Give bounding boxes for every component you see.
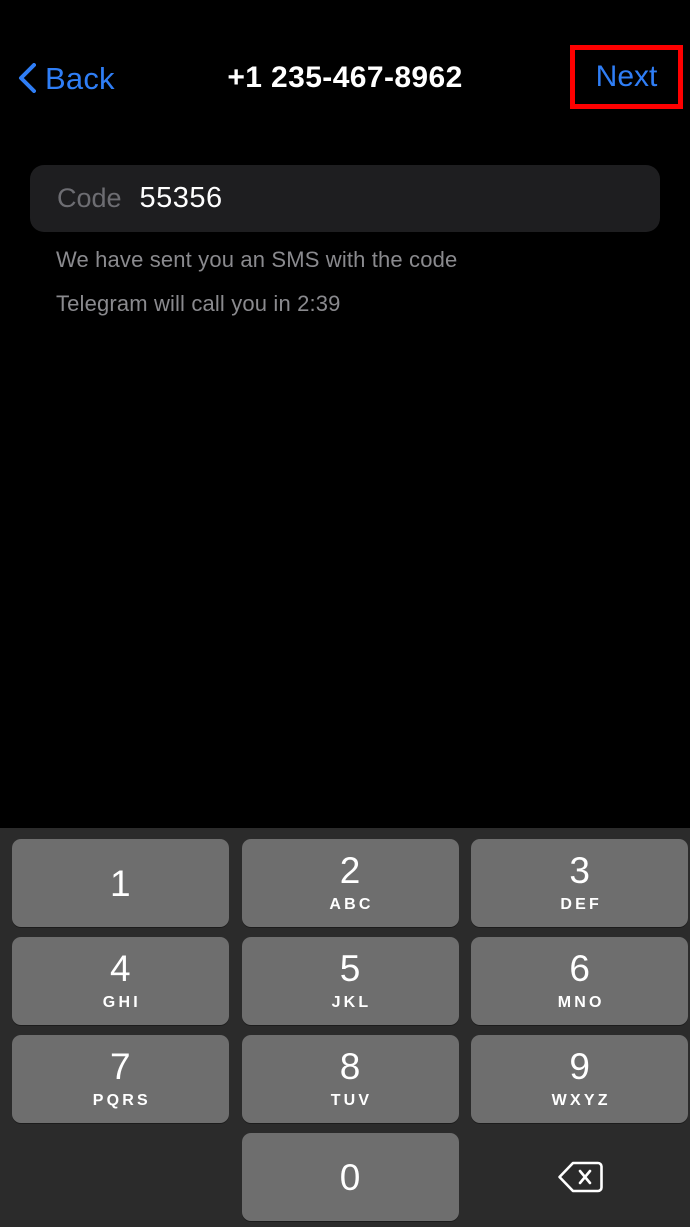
key-slot: 1 (10, 839, 231, 927)
key-digit: 3 (569, 850, 590, 891)
key-slot: 5 JKL (240, 937, 461, 1025)
key-letters: PQRS (92, 1092, 151, 1109)
key-digit: 1 (110, 862, 131, 904)
key-letters: WXYZ (551, 1092, 611, 1109)
keypad-row: 1 2 ABC 3 DEF (0, 839, 690, 927)
key-8[interactable]: 8 TUV (241, 1035, 459, 1123)
backspace-icon (556, 1159, 604, 1195)
key-letters: JKL (331, 994, 372, 1011)
key-empty-left (12, 1133, 229, 1221)
keypad-row: 0 (0, 1133, 690, 1221)
key-letters: TUV (330, 1092, 373, 1109)
key-letters: DEF (560, 896, 602, 913)
key-slot: 8 TUV (240, 1035, 461, 1123)
key-0[interactable]: 0 (241, 1133, 459, 1221)
key-digit: 5 (339, 948, 361, 989)
key-digit: 6 (569, 948, 590, 989)
key-2[interactable]: 2 ABC (241, 839, 459, 927)
key-slot (469, 1133, 690, 1221)
key-digit: 2 (339, 850, 361, 891)
navigation-bar: Back +1 235-467-8962 Next (0, 45, 690, 111)
key-4[interactable]: 4 GHI (11, 937, 229, 1025)
key-digit: 9 (569, 1046, 590, 1087)
phone-screen: Back +1 235-467-8962 Next Code 55356 We … (0, 0, 690, 1227)
backspace-key[interactable] (471, 1133, 688, 1221)
code-input-label: Code (57, 183, 122, 213)
key-slot: 3 DEF (469, 839, 690, 927)
key-7[interactable]: 7 PQRS (11, 1035, 229, 1123)
key-digit: 7 (110, 1046, 131, 1087)
key-digit: 4 (110, 948, 131, 989)
key-slot: 2 ABC (240, 839, 461, 927)
next-button-label: Next (595, 60, 658, 93)
code-input-value: 55356 (139, 182, 223, 214)
key-6[interactable]: 6 MNO (471, 937, 689, 1025)
key-slot: 0 (240, 1133, 461, 1221)
key-3[interactable]: 3 DEF (471, 839, 689, 927)
numeric-keypad: 1 2 ABC 3 DEF 4 GHI 5 JKL 6 MNO 7 PQRS 8… (0, 828, 690, 1227)
key-letters: MNO (557, 994, 605, 1011)
key-letters: ABC (329, 896, 374, 913)
key-slot: 9 WXYZ (469, 1035, 690, 1123)
sms-hint-text: We have sent you an SMS with the code (56, 247, 458, 272)
code-input[interactable]: Code 55356 (30, 165, 660, 232)
key-5[interactable]: 5 JKL (241, 937, 459, 1025)
key-digit: 0 (339, 1156, 361, 1198)
call-timer-text: Telegram will call you in 2:39 (56, 291, 341, 316)
key-slot: 6 MNO (469, 937, 690, 1025)
keypad-row: 4 GHI 5 JKL 6 MNO (0, 937, 690, 1025)
key-letters: GHI (102, 994, 141, 1011)
key-1[interactable]: 1 (11, 839, 229, 927)
key-slot: 4 GHI (10, 937, 231, 1025)
key-digit: 8 (339, 1046, 361, 1087)
next-button[interactable]: Next (570, 45, 683, 109)
keypad-row: 7 PQRS 8 TUV 9 WXYZ (0, 1035, 690, 1123)
key-slot: 7 PQRS (10, 1035, 231, 1123)
key-slot (10, 1133, 231, 1221)
key-9[interactable]: 9 WXYZ (471, 1035, 689, 1123)
